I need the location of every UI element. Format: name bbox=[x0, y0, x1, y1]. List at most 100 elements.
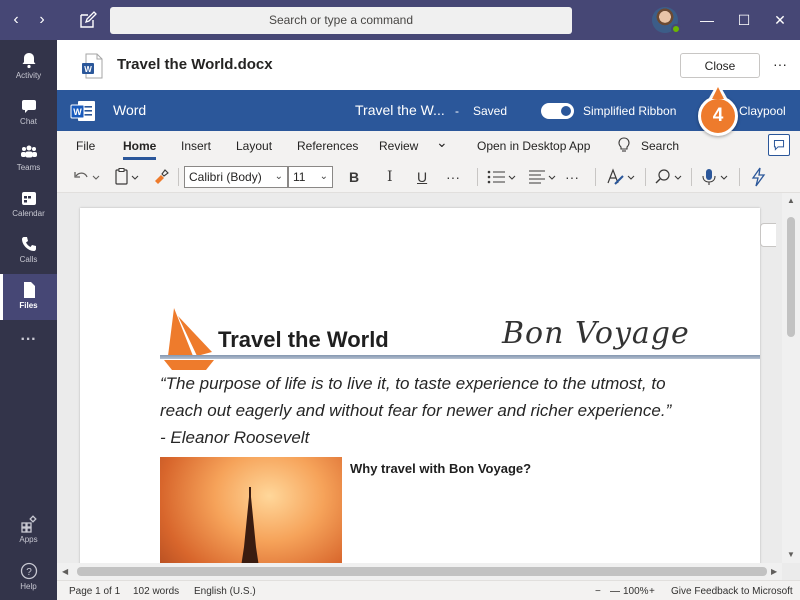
chevron-down-icon: ⌄ bbox=[319, 171, 328, 182]
toolbar-separator bbox=[645, 168, 646, 186]
rail-item-files[interactable]: Files bbox=[0, 274, 57, 320]
format-painter-icon[interactable] bbox=[151, 167, 171, 187]
svg-text:W: W bbox=[73, 107, 82, 117]
document-title: Travel the World.docx bbox=[117, 56, 273, 73]
rail-item-calendar[interactable]: Calendar bbox=[0, 182, 57, 228]
rail-item-activity[interactable]: Activity bbox=[0, 44, 57, 90]
tell-me-search[interactable]: Search bbox=[641, 139, 679, 153]
tab-insert[interactable]: Insert bbox=[181, 139, 211, 153]
clipboard-icon[interactable] bbox=[113, 167, 143, 187]
chevron-down-icon: ⌄ bbox=[274, 171, 283, 182]
word-app-bar: W Word Travel the W... - Saved Simplifie… bbox=[57, 90, 800, 131]
horizontal-scrollbar[interactable]: ◀ ▶ bbox=[57, 563, 782, 580]
rail-item-apps[interactable]: Apps bbox=[0, 508, 57, 554]
zoom-level[interactable]: 100% bbox=[623, 586, 649, 597]
rail-label: Files bbox=[19, 301, 38, 310]
rail-label: Apps bbox=[19, 535, 38, 544]
scroll-right-icon[interactable]: ▶ bbox=[771, 567, 777, 576]
presence-available-icon bbox=[671, 24, 681, 34]
language-status[interactable]: English (U.S.) bbox=[194, 586, 256, 597]
command-search-input[interactable]: Search or type a command bbox=[110, 7, 572, 34]
chevron-left-icon[interactable]: ‹ bbox=[6, 10, 26, 30]
svg-text:W: W bbox=[84, 65, 92, 74]
document-name[interactable]: Travel the W... bbox=[355, 102, 445, 118]
open-in-desktop-app-button[interactable]: Open in Desktop App bbox=[477, 139, 590, 153]
maximize-icon[interactable]: ☐ bbox=[734, 10, 754, 30]
script-title[interactable]: Bon Voyage bbox=[502, 316, 690, 351]
align-icon[interactable] bbox=[527, 167, 561, 187]
rail-item-chat[interactable]: Chat bbox=[0, 90, 57, 136]
lightning-icon[interactable] bbox=[749, 167, 767, 187]
styles-icon[interactable] bbox=[605, 167, 639, 187]
quote-paragraph[interactable]: “The purpose of life is to live it, to t… bbox=[160, 370, 680, 451]
section-heading[interactable]: Why travel with Bon Voyage? bbox=[350, 461, 531, 476]
vertical-scroll-thumb[interactable] bbox=[787, 217, 795, 337]
rail-label: Teams bbox=[16, 163, 41, 172]
step-callout-badge: 4 bbox=[698, 96, 738, 136]
heading-rule bbox=[160, 355, 760, 359]
more-font-options-icon[interactable]: ··· bbox=[446, 167, 460, 187]
account-name[interactable]: Claypool bbox=[739, 104, 786, 118]
document-page[interactable]: Travel the World Bon Voyage “The purpose… bbox=[80, 208, 760, 563]
horizontal-scroll-thumb[interactable] bbox=[77, 567, 767, 576]
more-paragraph-options-icon[interactable]: ··· bbox=[565, 167, 579, 187]
rail-item-teams[interactable]: Teams bbox=[0, 136, 57, 182]
bullets-icon[interactable] bbox=[485, 167, 519, 187]
more-tabs-chevron-icon[interactable]: ⌄ bbox=[436, 134, 448, 151]
underline-button[interactable]: U bbox=[417, 167, 427, 187]
word-document-icon: W bbox=[82, 53, 103, 79]
scroll-up-icon[interactable]: ▲ bbox=[787, 196, 795, 205]
tab-home[interactable]: Home bbox=[123, 139, 156, 153]
eiffel-tower-silhouette bbox=[241, 487, 259, 563]
toggle-knob bbox=[561, 106, 571, 116]
file-icon bbox=[23, 282, 35, 298]
more-apps-icon[interactable]: ··· bbox=[0, 328, 57, 358]
italic-button[interactable]: I bbox=[387, 167, 393, 187]
eiffel-tower-photo[interactable] bbox=[160, 457, 342, 563]
word-logo-icon[interactable]: W bbox=[69, 99, 97, 123]
rail-item-help[interactable]: ? Help bbox=[0, 555, 57, 600]
lightbulb-icon bbox=[618, 137, 630, 152]
rail-label: Activity bbox=[15, 71, 42, 80]
rail-label: Help bbox=[20, 582, 37, 591]
undo-icon[interactable] bbox=[71, 167, 101, 187]
minimize-icon[interactable]: — bbox=[697, 10, 717, 30]
feedback-link[interactable]: Give Feedback to Microsoft bbox=[671, 586, 793, 597]
document-heading[interactable]: Travel the World bbox=[218, 327, 389, 353]
comments-icon[interactable] bbox=[768, 134, 790, 156]
tab-layout[interactable]: Layout bbox=[236, 139, 272, 153]
rail-label: Calendar bbox=[12, 209, 45, 218]
apps-icon bbox=[20, 515, 37, 533]
tab-references[interactable]: References bbox=[297, 139, 358, 153]
more-options-icon[interactable]: ··· bbox=[769, 53, 791, 78]
microphone-icon[interactable] bbox=[699, 167, 733, 187]
home-toolbar: Calibri (Body) ⌄ 11 ⌄ B I U ··· ··· bbox=[57, 160, 800, 193]
rail-item-calls[interactable]: Calls bbox=[0, 228, 57, 274]
vertical-scrollbar[interactable]: ▲ ▼ bbox=[782, 193, 800, 563]
close-button[interactable]: Close bbox=[680, 53, 760, 78]
toolbar-separator bbox=[691, 168, 692, 186]
teams-title-bar: ‹ › Search or type a command — ☐ ✕ bbox=[0, 0, 800, 40]
side-panel-tab[interactable] bbox=[760, 223, 776, 247]
scroll-left-icon[interactable]: ◀ bbox=[62, 567, 68, 576]
font-name-dropdown[interactable]: Calibri (Body) ⌄ bbox=[184, 166, 288, 188]
document-canvas[interactable]: Travel the World Bon Voyage “The purpose… bbox=[57, 193, 800, 563]
toolbar-separator bbox=[178, 168, 179, 186]
tab-file[interactable]: File bbox=[76, 139, 95, 153]
simplified-ribbon-toggle[interactable] bbox=[541, 103, 574, 119]
font-size-value: 11 bbox=[293, 170, 306, 184]
compose-icon[interactable] bbox=[78, 10, 98, 30]
chat-icon bbox=[21, 100, 36, 113]
zoom-in-button[interactable]: + bbox=[649, 586, 655, 597]
tab-review[interactable]: Review bbox=[379, 139, 418, 153]
font-size-dropdown[interactable]: 11 ⌄ bbox=[288, 166, 333, 188]
scroll-down-icon[interactable]: ▼ bbox=[787, 550, 795, 559]
app-rail: Activity Chat Teams Calendar Calls Files bbox=[0, 40, 57, 600]
zoom-slider-track[interactable] bbox=[610, 591, 620, 592]
zoom-out-button[interactable]: − bbox=[595, 586, 601, 597]
chevron-right-icon[interactable]: › bbox=[32, 10, 52, 30]
find-icon[interactable] bbox=[653, 167, 687, 187]
close-window-icon[interactable]: ✕ bbox=[770, 10, 790, 30]
help-icon: ? bbox=[20, 562, 37, 580]
bold-button[interactable]: B bbox=[349, 167, 359, 187]
